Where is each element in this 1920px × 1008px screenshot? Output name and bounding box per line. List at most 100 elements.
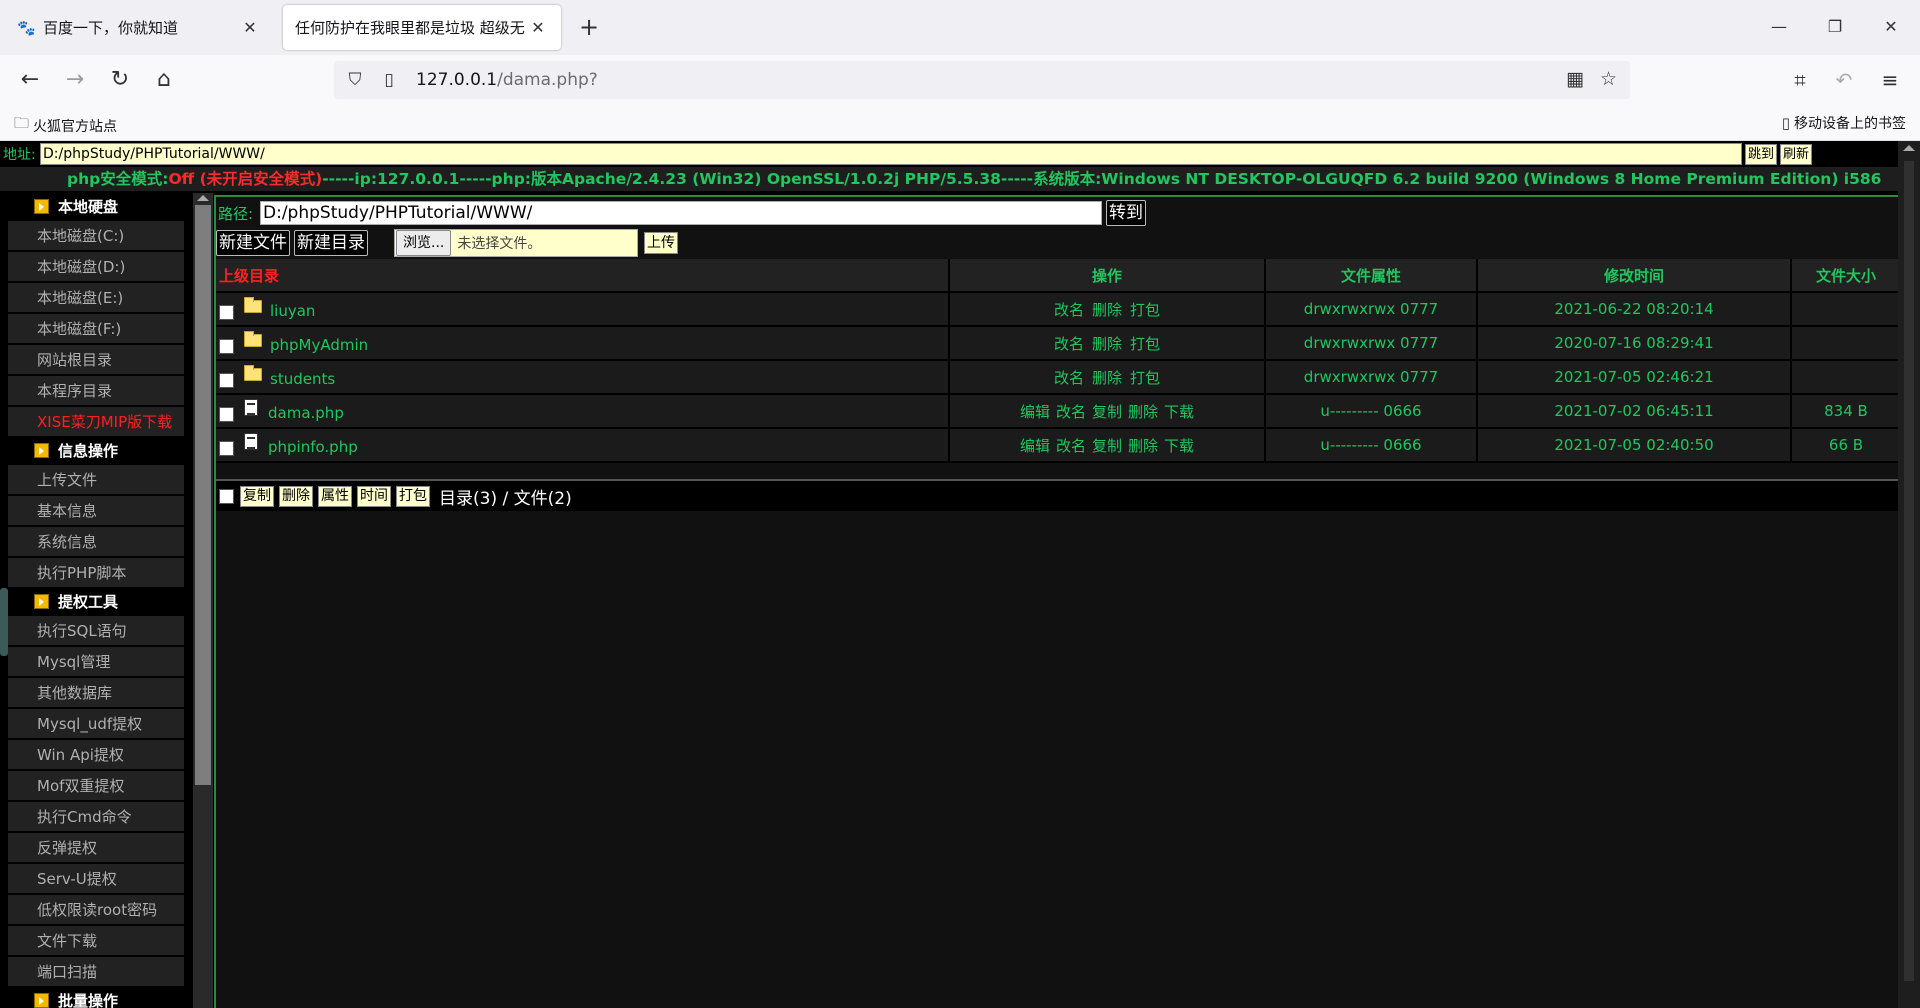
rename-link[interactable]: 改名: [1054, 367, 1084, 388]
delete-link[interactable]: 删除: [1128, 401, 1158, 422]
row-checkbox[interactable]: [219, 338, 234, 354]
pack-link[interactable]: 打包: [1130, 333, 1160, 354]
batch-attr-button[interactable]: 属性: [318, 485, 352, 507]
minimize-icon[interactable]: —: [1756, 10, 1802, 44]
bookmark-star-icon[interactable]: ☆: [1600, 68, 1617, 90]
copy-link[interactable]: 复制: [1092, 435, 1122, 456]
sidebar-item-upload[interactable]: 上传文件: [8, 464, 184, 495]
file-name-link[interactable]: dama.php: [268, 404, 344, 422]
sidebar-item-xise-download[interactable]: XISE菜刀MIP版下载: [8, 406, 184, 437]
bookmark-firefox-site[interactable]: 🗀 火狐官方站点: [14, 113, 117, 138]
page-scrollbar[interactable]: [1898, 141, 1920, 1008]
sidebar-item-mysql-manage[interactable]: Mysql管理: [8, 646, 184, 677]
shield-icon[interactable]: ⛉: [342, 70, 368, 90]
undo-icon[interactable]: ↶: [1828, 64, 1860, 96]
sidebar-item-web-root[interactable]: 网站根目录: [8, 344, 184, 375]
back-icon[interactable]: ←: [14, 64, 46, 96]
download-link[interactable]: 下载: [1164, 401, 1194, 422]
sidebar-item-exec-php[interactable]: 执行PHP脚本: [8, 557, 184, 588]
scroll-up-arrow-icon[interactable]: [1903, 145, 1915, 151]
restore-icon[interactable]: ❐: [1812, 10, 1858, 44]
path-input[interactable]: D:/phpStudy/PHPTutorial/WWW/: [260, 201, 1102, 225]
sidebar-item-serv-u[interactable]: Serv-U提权: [8, 863, 184, 894]
window-close-icon[interactable]: ✕: [1868, 10, 1914, 44]
scroll-up-arrow-icon[interactable]: [197, 195, 209, 201]
edit-link[interactable]: 编辑: [1020, 435, 1050, 456]
new-dir-button[interactable]: 新建目录: [294, 230, 368, 256]
sidebar-item-exec-cmd[interactable]: 执行Cmd命令: [8, 801, 184, 832]
sidebar-scrollbar[interactable]: [193, 193, 213, 1008]
reload-icon[interactable]: ↻: [104, 64, 136, 96]
perm-cell[interactable]: u--------- 0666: [1266, 395, 1478, 427]
batch-time-button[interactable]: 时间: [357, 485, 391, 507]
upload-button[interactable]: 上传: [644, 232, 678, 254]
sidebar-section-privesc[interactable]: 提权工具: [0, 588, 192, 615]
batch-delete-button[interactable]: 删除: [279, 485, 313, 507]
download-link[interactable]: 下载: [1164, 435, 1194, 456]
browse-button[interactable]: 浏览...: [396, 230, 452, 256]
sidebar-item-file-download[interactable]: 文件下载: [8, 925, 184, 956]
home-icon[interactable]: ⌂: [148, 64, 180, 96]
new-tab-button[interactable]: +: [574, 14, 604, 42]
forward-icon[interactable]: →: [59, 64, 91, 96]
hamburger-menu-icon[interactable]: ≡: [1874, 64, 1906, 96]
address-input[interactable]: D:/phpStudy/PHPTutorial/WWW/: [40, 143, 1742, 165]
tab-close-icon[interactable]: ✕: [527, 18, 549, 37]
copy-link[interactable]: 复制: [1092, 401, 1122, 422]
pack-link[interactable]: 打包: [1130, 299, 1160, 320]
new-file-button[interactable]: 新建文件: [216, 230, 290, 256]
tab-baidu[interactable]: 🐾 百度一下，你就知道 ✕: [5, 5, 273, 50]
rename-link[interactable]: 改名: [1054, 299, 1084, 320]
mtime-cell[interactable]: 2021-06-22 08:20:14: [1478, 293, 1792, 325]
select-all-checkbox[interactable]: [219, 488, 234, 504]
file-name-link[interactable]: phpMyAdmin: [270, 336, 368, 354]
url-text[interactable]: 127.0.0.1/dama.php?: [416, 70, 598, 90]
delete-link[interactable]: 删除: [1092, 367, 1122, 388]
sidebar-section-local-disk[interactable]: 本地硬盘: [0, 193, 192, 220]
batch-pack-button[interactable]: 打包: [396, 485, 430, 507]
mtime-cell[interactable]: 2020-07-16 08:29:41: [1478, 327, 1792, 359]
sidebar-item-program-dir[interactable]: 本程序目录: [8, 375, 184, 406]
row-checkbox[interactable]: [219, 304, 234, 320]
sidebar-item-port-scan[interactable]: 端口扫描: [8, 956, 184, 987]
sidebar-item-disk-d[interactable]: 本地磁盘(D:): [8, 251, 184, 282]
sidebar-item-read-root-pw[interactable]: 低权限读root密码: [8, 894, 184, 925]
sidebar-item-basic-info[interactable]: 基本信息: [8, 495, 184, 526]
perm-cell[interactable]: u--------- 0666: [1266, 429, 1478, 461]
bookmark-mobile[interactable]: ▯ 移动设备上的书签: [1782, 113, 1906, 133]
rename-link[interactable]: 改名: [1056, 435, 1086, 456]
row-checkbox[interactable]: [219, 406, 234, 422]
mtime-cell[interactable]: 2021-07-02 06:45:11: [1478, 395, 1792, 427]
delete-link[interactable]: 删除: [1128, 435, 1158, 456]
parent-dir-link[interactable]: 上级目录: [216, 259, 950, 291]
url-bar[interactable]: ⛉ ▯ 127.0.0.1/dama.php? ▦ ☆: [334, 61, 1630, 99]
go-button[interactable]: 转到: [1106, 200, 1146, 226]
sidebar-item-other-db[interactable]: 其他数据库: [8, 677, 184, 708]
sidebar-section-info-ops[interactable]: 信息操作: [0, 437, 192, 464]
mtime-cell[interactable]: 2021-07-05 02:46:21: [1478, 361, 1792, 393]
sidebar-item-system-info[interactable]: 系统信息: [8, 526, 184, 557]
tab-active[interactable]: 任何防护在我眼里都是垃圾 超级无 ✕: [283, 5, 561, 50]
sidebar-item-disk-e[interactable]: 本地磁盘(E:): [8, 282, 184, 313]
page-icon[interactable]: ▯: [376, 70, 402, 90]
sidebar-item-exec-sql[interactable]: 执行SQL语句: [8, 615, 184, 646]
sidebar-edge-handle[interactable]: [0, 588, 8, 656]
rename-link[interactable]: 改名: [1056, 401, 1086, 422]
jump-button[interactable]: 跳到: [1745, 143, 1778, 165]
rename-link[interactable]: 改名: [1054, 333, 1084, 354]
sidebar-item-disk-f[interactable]: 本地磁盘(F:): [8, 313, 184, 344]
perm-cell[interactable]: drwxrwxrwx 0777: [1266, 361, 1478, 393]
qr-code-icon[interactable]: ▦: [1566, 68, 1584, 90]
sidebar-item-reverse-shell[interactable]: 反弹提权: [8, 832, 184, 863]
batch-copy-button[interactable]: 复制: [240, 485, 274, 507]
sidebar-item-win-api[interactable]: Win Api提权: [8, 739, 184, 770]
perm-cell[interactable]: drwxrwxrwx 0777: [1266, 327, 1478, 359]
sidebar-item-disk-c[interactable]: 本地磁盘(C:): [8, 220, 184, 251]
file-name-link[interactable]: liuyan: [270, 302, 315, 320]
page-scroll-track[interactable]: [1904, 161, 1914, 981]
screenshot-crop-icon[interactable]: ⌗: [1784, 64, 1816, 96]
row-checkbox[interactable]: [219, 440, 234, 456]
refresh-button[interactable]: 刷新: [1780, 143, 1813, 165]
edit-link[interactable]: 编辑: [1020, 401, 1050, 422]
file-chooser[interactable]: 浏览... 未选择文件。: [394, 229, 638, 257]
